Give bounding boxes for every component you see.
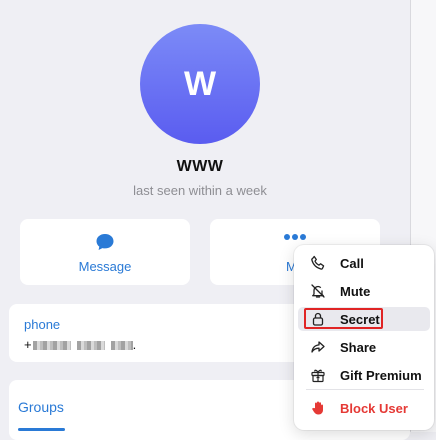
share-icon <box>309 339 327 355</box>
menu-item-label: Mute <box>340 283 371 299</box>
bell-off-icon <box>309 283 327 299</box>
menu-item-label: Gift Premium <box>340 367 422 383</box>
message-button[interactable]: Message <box>20 219 190 285</box>
redacted-digits <box>32 341 71 351</box>
menu-item-block-user[interactable]: Block User <box>298 396 430 420</box>
menu-separator <box>306 389 424 390</box>
menu-item-label: Share <box>340 339 377 355</box>
redacted-digits <box>110 341 133 351</box>
menu-item-gift-premium[interactable]: Gift Premium <box>298 363 430 387</box>
menu-item-call[interactable]: Call <box>298 251 430 275</box>
gift-icon <box>309 367 327 383</box>
avatar[interactable]: W <box>140 24 260 144</box>
message-button-label: Message <box>78 259 132 274</box>
phone-label: phone <box>24 317 61 332</box>
profile-name: WWW <box>176 158 224 175</box>
active-tab-indicator <box>18 428 65 431</box>
menu-item-label: Call <box>340 255 364 271</box>
redacted-digits <box>76 341 105 351</box>
message-bubble-icon <box>20 233 190 251</box>
phone-value[interactable]: +. <box>24 337 136 352</box>
menu-item-share[interactable]: Share <box>298 335 430 359</box>
secret-highlight-box <box>304 308 383 329</box>
tab-groups[interactable]: Groups <box>18 399 64 415</box>
menu-item-label: Block User <box>340 400 408 416</box>
more-dots-icon <box>210 233 380 241</box>
context-menu: Call Mute Secret Share Gift Premium Bloc… <box>294 245 434 430</box>
phone-prefix: + <box>24 337 32 352</box>
last-seen-status: last seen within a week <box>133 183 267 198</box>
avatar-letter: W <box>183 64 217 103</box>
menu-item-mute[interactable]: Mute <box>298 279 430 303</box>
phone-suffix: . <box>132 337 137 352</box>
hand-icon <box>309 400 327 416</box>
phone-icon <box>309 255 327 271</box>
